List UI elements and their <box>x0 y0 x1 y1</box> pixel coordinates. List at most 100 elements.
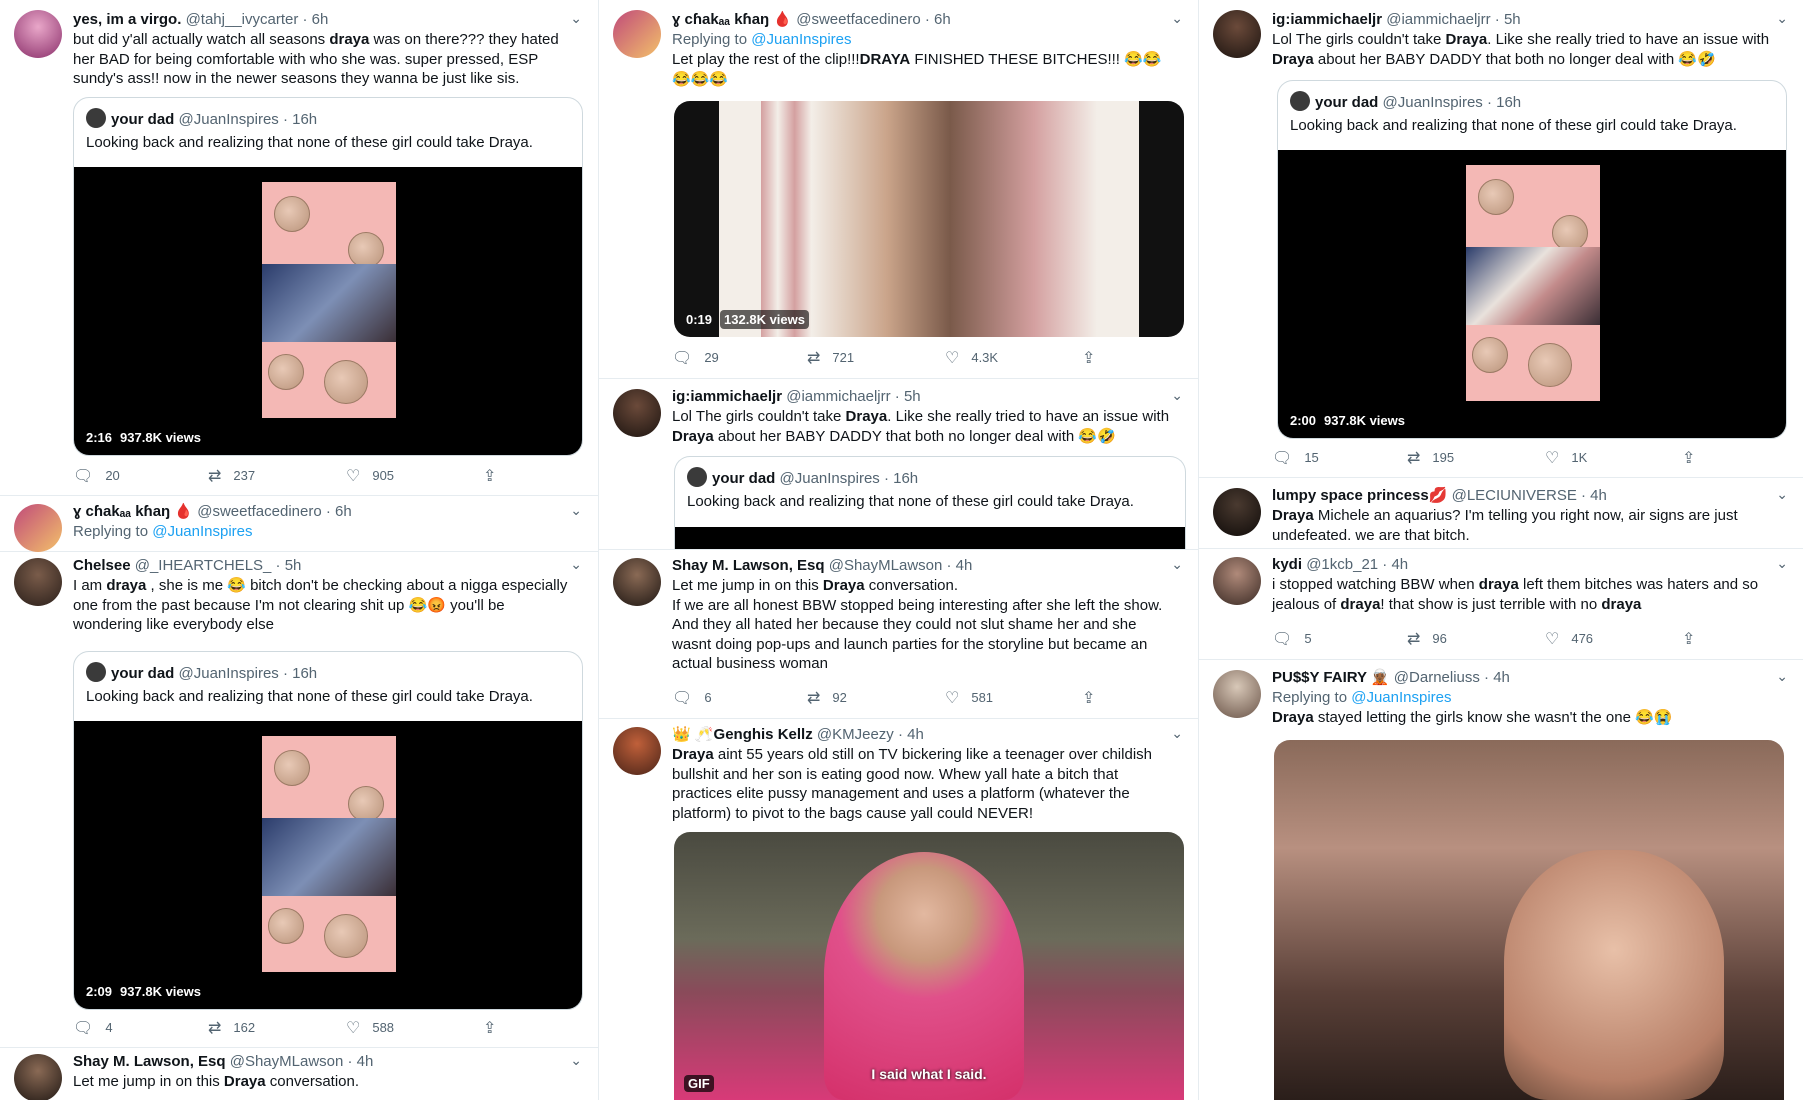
tweet-kydi[interactable]: kydi @1kcb_21 · 4h i stopped watching BB… <box>1199 549 1803 660</box>
retweet-button[interactable]: ⇄ 92 <box>807 688 847 708</box>
retweet-button[interactable]: ⇄ 96 <box>1407 629 1447 649</box>
retweet-button[interactable]: ⇄ 195 <box>1407 448 1454 468</box>
chevron-down-icon[interactable]: ⌄ <box>570 556 582 573</box>
author-handle[interactable]: @_IHEARTCHELS_ · 5h <box>135 557 302 574</box>
author-handle[interactable]: @Darneliuss · 4h <box>1394 669 1510 686</box>
author-name[interactable]: Shay M. Lawson, Esq <box>672 557 825 574</box>
video-player[interactable] <box>675 527 1185 549</box>
avatar[interactable] <box>613 389 661 437</box>
author-handle[interactable]: @ShayMLawson · 4h <box>230 1053 374 1070</box>
author-handle[interactable]: @iammichaeljrr · 5h <box>786 388 920 405</box>
author-name[interactable]: 👑 🥂Genghis Kellz <box>672 726 813 743</box>
retweet-button[interactable]: ⇄ 721 <box>807 348 854 368</box>
like-button[interactable]: ♡ 588 <box>346 1018 394 1038</box>
quoted-tweet[interactable]: your dad @JuanInspires · 16h Looking bac… <box>1277 80 1787 439</box>
tweet-virgo[interactable]: yes, im a virgo. @tahj__ivycarter · 6h b… <box>0 0 598 496</box>
like-button[interactable]: ♡ 581 <box>945 688 993 708</box>
avatar[interactable] <box>1213 488 1261 536</box>
tweet-chelsee[interactable]: Chelsee @_IHEARTCHELS_ · 5h I am draya ,… <box>0 552 598 1048</box>
author-handle[interactable]: @tahj__ivycarter · 6h <box>186 11 329 28</box>
author-name[interactable]: yes, im a virgo. <box>73 11 181 28</box>
mention-link[interactable]: @JuanInspires <box>152 523 252 540</box>
reply-button[interactable]: 🗨 5 <box>1272 629 1312 649</box>
chevron-down-icon[interactable]: ⌄ <box>570 10 582 27</box>
author-name[interactable]: kydi <box>1272 556 1302 573</box>
chevron-down-icon[interactable]: ⌄ <box>1776 486 1788 503</box>
tweet-pussy-fairy[interactable]: PU$$Y FAIRY 🧝🏾 @Darneliuss · 4h Replying… <box>1199 660 1803 1100</box>
reply-button[interactable]: 🗨 15 <box>1272 448 1319 468</box>
chevron-down-icon[interactable]: ⌄ <box>1776 555 1788 572</box>
like-button[interactable]: ♡ 4.3K <box>945 348 998 368</box>
avatar[interactable] <box>14 1054 62 1100</box>
reply-button[interactable]: 🗨 4 <box>73 1018 113 1038</box>
quoted-tweet[interactable]: your dad @JuanInspires · 16h Looking bac… <box>73 651 583 1010</box>
author-handle[interactable]: @1kcb_21 · 4h <box>1306 556 1408 573</box>
like-button[interactable]: ♡ 1K <box>1545 448 1587 468</box>
video-player[interactable]: 2:16 937.8K views <box>74 167 582 455</box>
chevron-down-icon[interactable]: ⌄ <box>1776 10 1788 27</box>
avatar[interactable] <box>1213 670 1261 718</box>
tweet-shay-short[interactable]: Shay M. Lawson, Esq @ShayMLawson · 4h Le… <box>0 1048 598 1100</box>
tweet-text: but did y'all actually watch all seasons… <box>73 31 559 87</box>
like-button[interactable]: ♡ 476 <box>1545 629 1593 649</box>
chevron-down-icon[interactable]: ⌄ <box>1776 668 1788 685</box>
author-name[interactable]: ig:iammichaeljr <box>1272 11 1382 28</box>
avatar[interactable] <box>613 727 661 775</box>
reply-button[interactable]: 🗨 6 <box>672 688 712 708</box>
image-media[interactable] <box>1274 740 1784 1100</box>
share-button[interactable]: ⇪ <box>1082 688 1107 708</box>
chevron-down-icon[interactable]: ⌄ <box>570 1052 582 1069</box>
avatar[interactable] <box>14 504 62 552</box>
author-name[interactable]: ɣ cɦakₐₐ kɦaŋ 🩸 <box>73 503 193 520</box>
mention-link[interactable]: @JuanInspires <box>751 31 851 48</box>
chevron-down-icon[interactable]: ⌄ <box>1171 10 1183 27</box>
tweet-chakaa-video[interactable]: ɣ cɦakₐₐ kɦaŋ 🩸 @sweetfacedinero · 6h Re… <box>599 0 1199 379</box>
share-button[interactable]: ⇪ <box>483 466 508 486</box>
avatar[interactable] <box>1213 10 1261 58</box>
video-player[interactable]: 0:19 132.8K views <box>674 101 1184 337</box>
mention-link[interactable]: @JuanInspires <box>1351 689 1451 706</box>
tweet-chakaa-reply[interactable]: ɣ cɦakₐₐ kɦaŋ 🩸 @sweetfacedinero · 6h Re… <box>0 496 598 552</box>
share-button[interactable]: ⇪ <box>1682 629 1707 649</box>
tweet-lumpy-space-princess[interactable]: lumpy space princess💋 @LECIUNIVERSE · 4h… <box>1199 478 1803 549</box>
timeline-column-1: yes, im a virgo. @tahj__ivycarter · 6h b… <box>0 0 598 1100</box>
author-handle[interactable]: @KMJeezy · 4h <box>817 726 924 743</box>
video-player[interactable]: 2:09 937.8K views <box>74 721 582 1009</box>
avatar[interactable] <box>1213 557 1261 605</box>
author-name[interactable]: lumpy space princess💋 <box>1272 487 1447 504</box>
quoted-tweet[interactable]: your dad @JuanInspires · 16h Looking bac… <box>73 97 583 456</box>
avatar[interactable] <box>613 10 661 58</box>
retweet-button[interactable]: ⇄ 237 <box>208 466 255 486</box>
chevron-down-icon[interactable]: ⌄ <box>1171 725 1183 742</box>
author-handle[interactable]: @LECIUNIVERSE · 4h <box>1452 487 1607 504</box>
author-name[interactable]: ɣ cɦakₐₐ kɦaŋ 🩸 <box>672 11 792 28</box>
avatar[interactable] <box>613 558 661 606</box>
author-handle[interactable]: @iammichaeljrr · 5h <box>1386 11 1520 28</box>
tweet-iammichaeljr-video[interactable]: ig:iammichaeljr @iammichaeljrr · 5h Lol … <box>1199 0 1803 478</box>
tweet-iammichaeljr[interactable]: ig:iammichaeljr @iammichaeljrr · 5h Lol … <box>599 379 1199 550</box>
author-name[interactable]: Chelsee <box>73 557 131 574</box>
author-name[interactable]: ig:iammichaeljr <box>672 388 782 405</box>
chevron-down-icon[interactable]: ⌄ <box>1171 387 1183 404</box>
tweet-shay-long[interactable]: Shay M. Lawson, Esq @ShayMLawson · 4h Le… <box>599 550 1199 719</box>
author-handle[interactable]: @sweetfacedinero · 6h <box>796 11 950 28</box>
reply-button[interactable]: 🗨 20 <box>73 466 120 486</box>
author-handle[interactable]: @sweetfacedinero · 6h <box>197 503 351 520</box>
share-button[interactable]: ⇪ <box>483 1018 508 1038</box>
author-name[interactable]: PU$$Y FAIRY 🧝🏾 <box>1272 669 1390 686</box>
gif-media[interactable]: I said what I said. GIF <box>674 832 1184 1100</box>
avatar[interactable] <box>14 558 62 606</box>
avatar[interactable] <box>14 10 62 58</box>
tweet-genghis[interactable]: 👑 🥂Genghis Kellz @KMJeezy · 4h Draya ain… <box>599 719 1199 1100</box>
like-button[interactable]: ♡ 905 <box>346 466 394 486</box>
share-button[interactable]: ⇪ <box>1682 448 1707 468</box>
chevron-down-icon[interactable]: ⌄ <box>1171 556 1183 573</box>
video-player[interactable]: 2:00 937.8K views <box>1278 150 1786 438</box>
author-handle[interactable]: @ShayMLawson · 4h <box>829 557 973 574</box>
share-button[interactable]: ⇪ <box>1082 348 1107 368</box>
quoted-tweet[interactable]: your dad @JuanInspires · 16h Looking bac… <box>674 456 1186 549</box>
retweet-button[interactable]: ⇄ 162 <box>208 1018 255 1038</box>
chevron-down-icon[interactable]: ⌄ <box>570 502 582 519</box>
reply-button[interactable]: 🗨 29 <box>672 348 719 368</box>
author-name[interactable]: Shay M. Lawson, Esq <box>73 1053 226 1070</box>
